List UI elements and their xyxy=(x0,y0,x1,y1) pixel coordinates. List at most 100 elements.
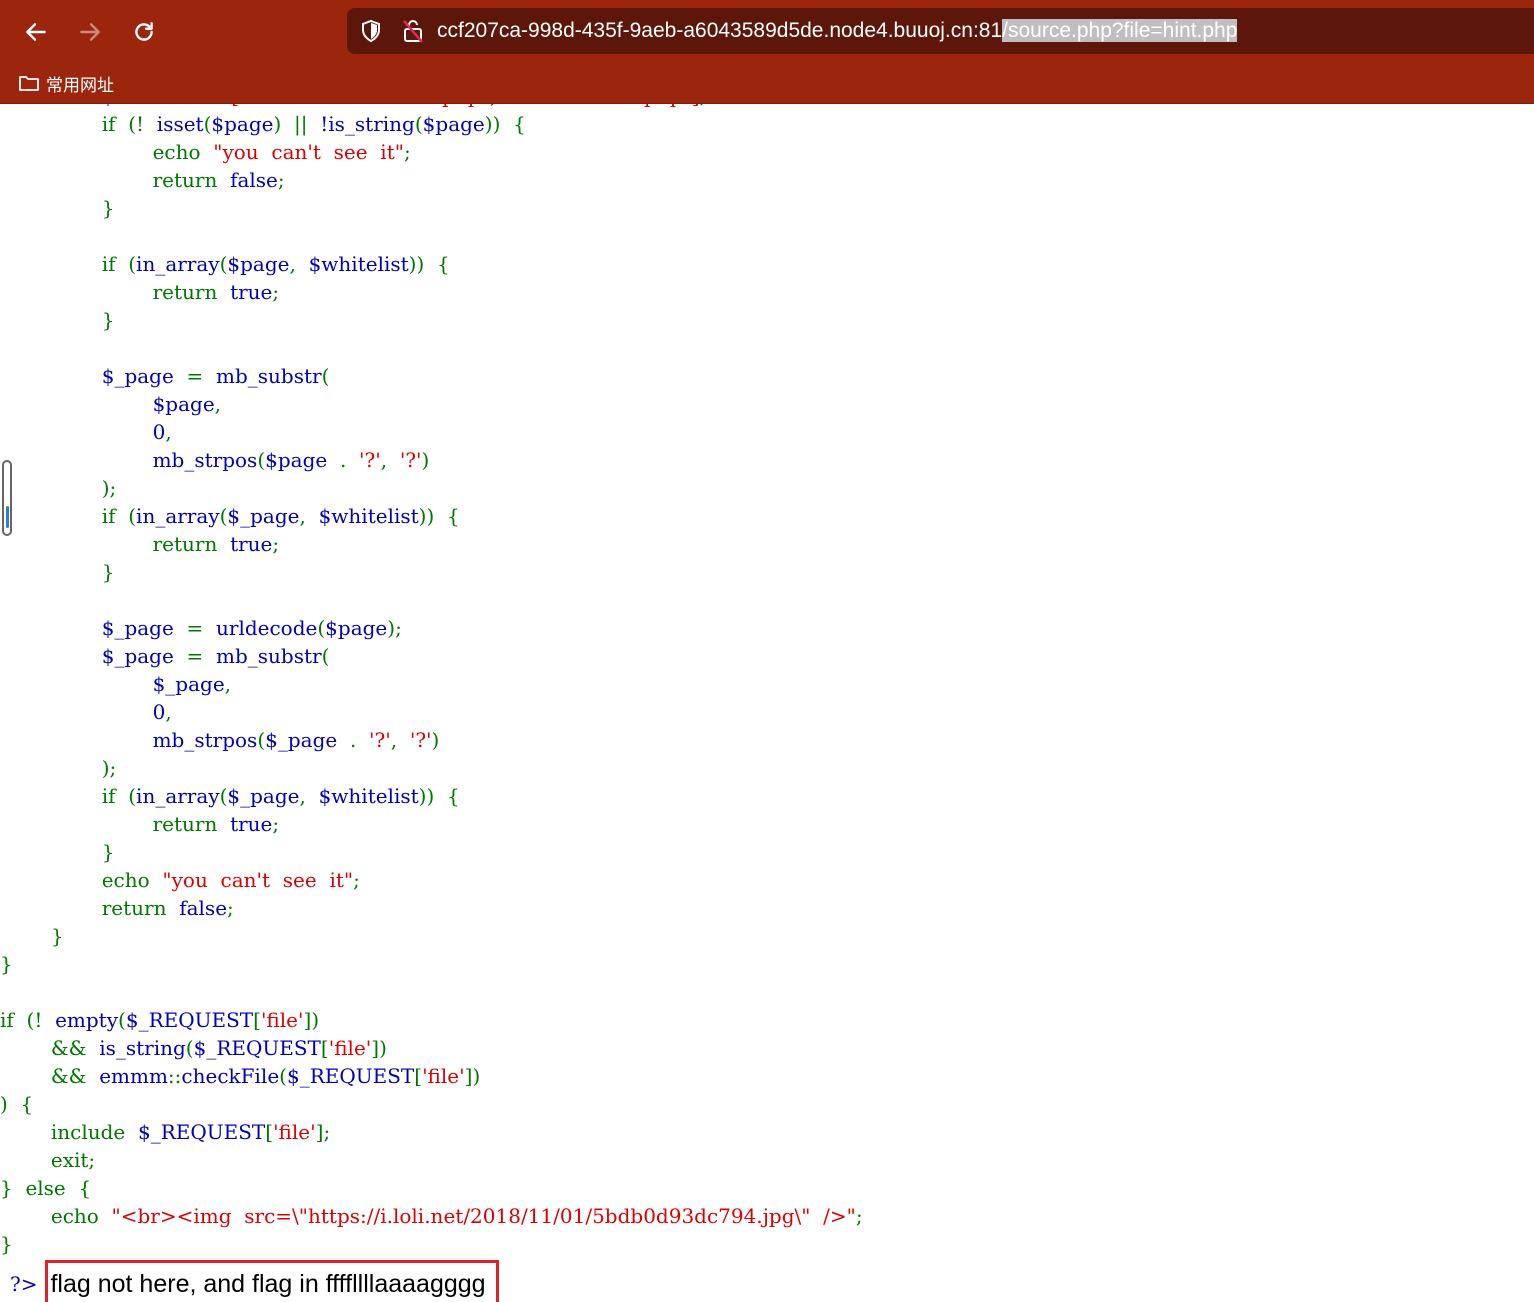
code-token: )) { xyxy=(418,784,460,808)
code-token: . xyxy=(327,448,360,472)
code-token: is_string xyxy=(99,1036,186,1060)
code-token: 'file' xyxy=(260,1008,304,1032)
code-line: $_page = mb_substr( xyxy=(0,362,863,390)
shield-icon[interactable] xyxy=(357,17,385,45)
reload-button[interactable] xyxy=(126,14,162,50)
code-line: $_page = urldecode($page); xyxy=(0,614,863,642)
code-line: ) { xyxy=(0,1090,863,1118)
code-token: ( xyxy=(414,112,423,136)
code-token: mb_strpos xyxy=(0,728,258,752)
code-token: , xyxy=(165,700,172,724)
code-token: $_page xyxy=(0,644,174,668)
code-token: in_array xyxy=(136,252,220,276)
code-token: "you can't see it" xyxy=(213,140,404,164)
code-line: return true; xyxy=(0,810,863,838)
code-token: return xyxy=(0,896,180,920)
code-token: mb_substr xyxy=(216,364,322,388)
code-token: 'file' xyxy=(273,1120,316,1144)
code-token: true xyxy=(230,812,273,836)
code-line: && emmm::checkFile($_REQUEST['file']) xyxy=(0,1062,863,1090)
code-token: , xyxy=(390,728,410,752)
code-token: '?' xyxy=(359,448,381,472)
code-token: ; xyxy=(272,812,280,836)
code-token: empty xyxy=(55,1008,119,1032)
code-token: ) xyxy=(421,448,430,472)
code-token: return xyxy=(0,280,231,304)
code-line: if (! isset($page) || !is_string($page))… xyxy=(0,110,863,138)
code-token: $_page xyxy=(265,728,338,752)
code-line: $_page = mb_substr( xyxy=(0,642,863,670)
code-token: in_array xyxy=(136,784,220,808)
code-token: [ xyxy=(265,1120,274,1144)
back-button[interactable] xyxy=(18,14,54,50)
code-token: if ( xyxy=(0,252,137,276)
code-token: $page xyxy=(422,112,485,136)
code-token: $_page xyxy=(227,784,300,808)
code-line: ); xyxy=(0,754,863,782)
code-token: return xyxy=(0,532,231,556)
page-content: $whitelist = ["source"=>"source.php","hi… xyxy=(0,104,1534,1302)
code-line: } xyxy=(0,922,863,950)
code-token: $_REQUEST xyxy=(137,1120,266,1144)
code-token: ; xyxy=(272,280,280,304)
code-line: } xyxy=(0,1230,863,1258)
code-token: exit; xyxy=(0,1148,96,1172)
code-token: $page xyxy=(227,252,290,276)
code-token: '?' xyxy=(399,448,422,472)
code-line: } xyxy=(0,306,863,334)
code-line: return true; xyxy=(0,530,863,558)
forward-button[interactable] xyxy=(72,14,108,50)
code-token: $page xyxy=(325,616,388,640)
code-line: include $_REQUEST['file']; xyxy=(0,1118,863,1146)
code-token: = xyxy=(173,616,216,640)
code-token: ["source"=>"source.php","hint"=>"hint.ph… xyxy=(231,104,699,108)
code-token: ; xyxy=(272,532,280,556)
code-line: mb_strpos($_page . '?', '?') xyxy=(0,726,863,754)
url-text[interactable]: ccf207ca-998d-435f-9aeb-a6043589d5de.nod… xyxy=(437,19,1238,43)
code-line: 0, xyxy=(0,418,863,446)
code-token: $_page xyxy=(0,672,225,696)
code-token: 0 xyxy=(0,420,166,444)
code-token: 'file' xyxy=(422,1064,465,1088)
code-token: !is_string xyxy=(320,112,415,136)
code-token: return xyxy=(0,168,231,192)
code-line: } xyxy=(0,194,863,222)
code-token: ) || xyxy=(273,112,321,136)
code-line: if (in_array($_page, $whitelist)) { xyxy=(0,502,863,530)
insecure-lock-icon[interactable] xyxy=(399,17,427,45)
code-token: ( xyxy=(279,1064,287,1088)
code-token: ; xyxy=(855,1204,863,1228)
code-token: } xyxy=(0,952,13,976)
code-line: ); xyxy=(0,474,863,502)
code-token: if ( xyxy=(0,784,137,808)
code-line: && is_string($_REQUEST['file']) xyxy=(0,1034,863,1062)
code-token: if (! xyxy=(0,112,157,136)
code-token: } else { xyxy=(0,1176,92,1200)
bookmark-folder[interactable]: 常用网址 xyxy=(18,70,114,96)
code-line: mb_strpos($page . '?', '?') xyxy=(0,446,863,474)
code-token: '?' xyxy=(409,728,432,752)
code-token: [ xyxy=(320,1036,329,1060)
code-token: if ( xyxy=(0,504,137,528)
code-token: ; xyxy=(353,868,360,892)
bookmarks-bar: 常用网址 xyxy=(0,62,1534,104)
browser-toolbar: ccf207ca-998d-435f-9aeb-a6043589d5de.nod… xyxy=(0,0,1534,62)
code-token: "<br><img src=\"https://i.loli.net/2018/… xyxy=(111,1204,856,1228)
code-token: ); xyxy=(0,756,117,780)
code-token: false xyxy=(230,168,278,192)
code-token: ( xyxy=(317,616,326,640)
code-token: ) { xyxy=(0,1092,34,1116)
bookmark-label: 常用网址 xyxy=(46,75,114,95)
code-token: true xyxy=(230,532,273,556)
address-bar[interactable]: ccf207ca-998d-435f-9aeb-a6043589d5de.nod… xyxy=(347,8,1534,54)
code-token: ( xyxy=(185,1036,194,1060)
code-token: )) { xyxy=(408,252,450,276)
code-token: ; xyxy=(277,168,285,192)
code-token: ( xyxy=(257,448,266,472)
code-token: echo xyxy=(0,868,163,892)
code-token: } xyxy=(0,1232,13,1256)
code-line: if (in_array($_page, $whitelist)) { xyxy=(0,782,863,810)
